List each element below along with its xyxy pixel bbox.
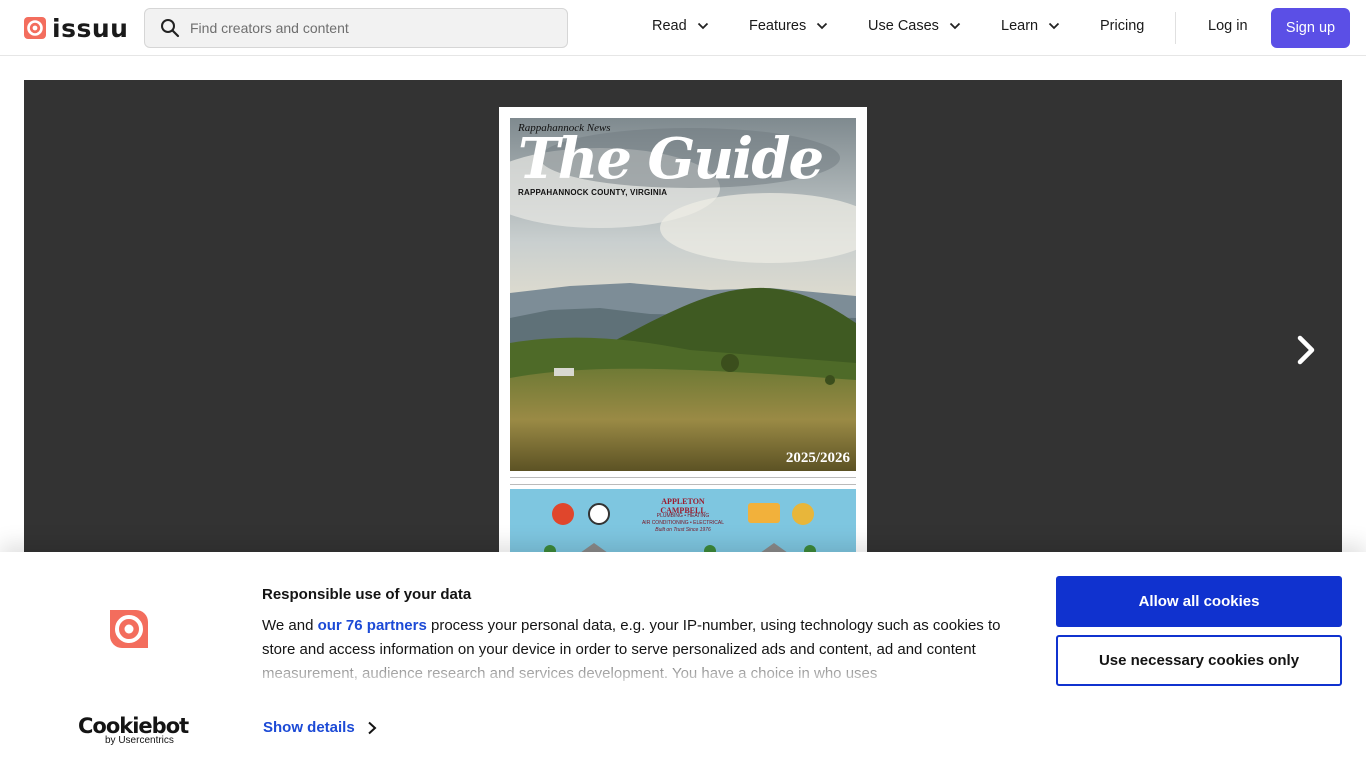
nav-use-cases-label: Use Cases (868, 18, 939, 34)
cover-photo: Rappahannock News The Guide RAPPAHANNOCK… (510, 118, 856, 471)
top-navigation-bar: issuu Read Features Use Cases Learn Pric… (0, 0, 1366, 56)
search-box[interactable] (144, 8, 568, 48)
search-input[interactable] (190, 20, 550, 36)
cookie-text-intro: We and (262, 617, 318, 634)
partners-link[interactable]: our 76 partners (318, 617, 427, 634)
nav-pricing[interactable]: Pricing (1100, 18, 1144, 34)
signup-button[interactable]: Sign up (1271, 8, 1350, 48)
nav-divider (1175, 12, 1176, 44)
award-badge-icon (748, 503, 780, 523)
nav-learn-label: Learn (1001, 18, 1039, 34)
brand-wordmark: issuu (52, 13, 129, 43)
login-link[interactable]: Log in (1208, 18, 1248, 34)
ad-line-1: PLUMBING • HEATING (656, 513, 710, 519)
cookiebot-logo: Cookiebot by Usercentrics (78, 714, 189, 746)
cover-title: The Guide (518, 126, 824, 192)
show-details-link[interactable]: Show details (263, 719, 377, 736)
show-details-label: Show details (263, 719, 355, 736)
chevron-down-icon (697, 22, 708, 30)
seal-badge-icon (792, 503, 814, 525)
cover-divider-rules (510, 477, 856, 485)
best-badge-icon (588, 503, 610, 525)
nav-features-label: Features (749, 18, 807, 34)
chevron-down-icon (817, 22, 828, 30)
cookie-banner-title: Responsible use of your data (262, 586, 472, 603)
cover-page[interactable]: Rappahannock News The Guide RAPPAHANNOCK… (499, 107, 867, 569)
text-fade-overlay (262, 654, 1032, 688)
ad-line-3: Built on Trust Since 1976 (655, 527, 711, 533)
nav-read[interactable]: Read (652, 18, 709, 34)
document-reader: Rappahannock News The Guide RAPPAHANNOCK… (24, 80, 1342, 569)
cookie-consent-banner: Cookiebot by Usercentrics Responsible us… (0, 552, 1366, 768)
apple-badge-icon (552, 503, 574, 525)
chevron-down-icon (1048, 22, 1060, 30)
necessary-cookies-button[interactable]: Use necessary cookies only (1056, 635, 1342, 686)
cookiebot-brand-sub: by Usercentrics (105, 735, 174, 746)
issuu-logo[interactable]: issuu (24, 13, 129, 43)
nav-use-cases[interactable]: Use Cases (868, 18, 961, 34)
nav-features[interactable]: Features (749, 18, 828, 34)
search-icon (161, 19, 180, 38)
cover-year: 2025/2026 (785, 450, 850, 466)
nav-read-label: Read (652, 18, 687, 34)
chevron-down-icon (949, 22, 961, 30)
nav-learn[interactable]: Learn (1001, 18, 1060, 34)
issuu-logo-icon (24, 17, 46, 39)
nav-pricing-label: Pricing (1100, 18, 1145, 34)
allow-all-cookies-button[interactable]: Allow all cookies (1056, 576, 1342, 627)
chevron-right-icon (368, 721, 377, 734)
cover-subtitle: RAPPAHANNOCK COUNTY, VIRGINIA (518, 188, 668, 197)
chevron-right-icon[interactable] (1292, 333, 1320, 367)
issuu-logo-icon (110, 610, 148, 648)
ad-line-2: AIR CONDITIONING • ELECTRICAL (641, 520, 725, 526)
